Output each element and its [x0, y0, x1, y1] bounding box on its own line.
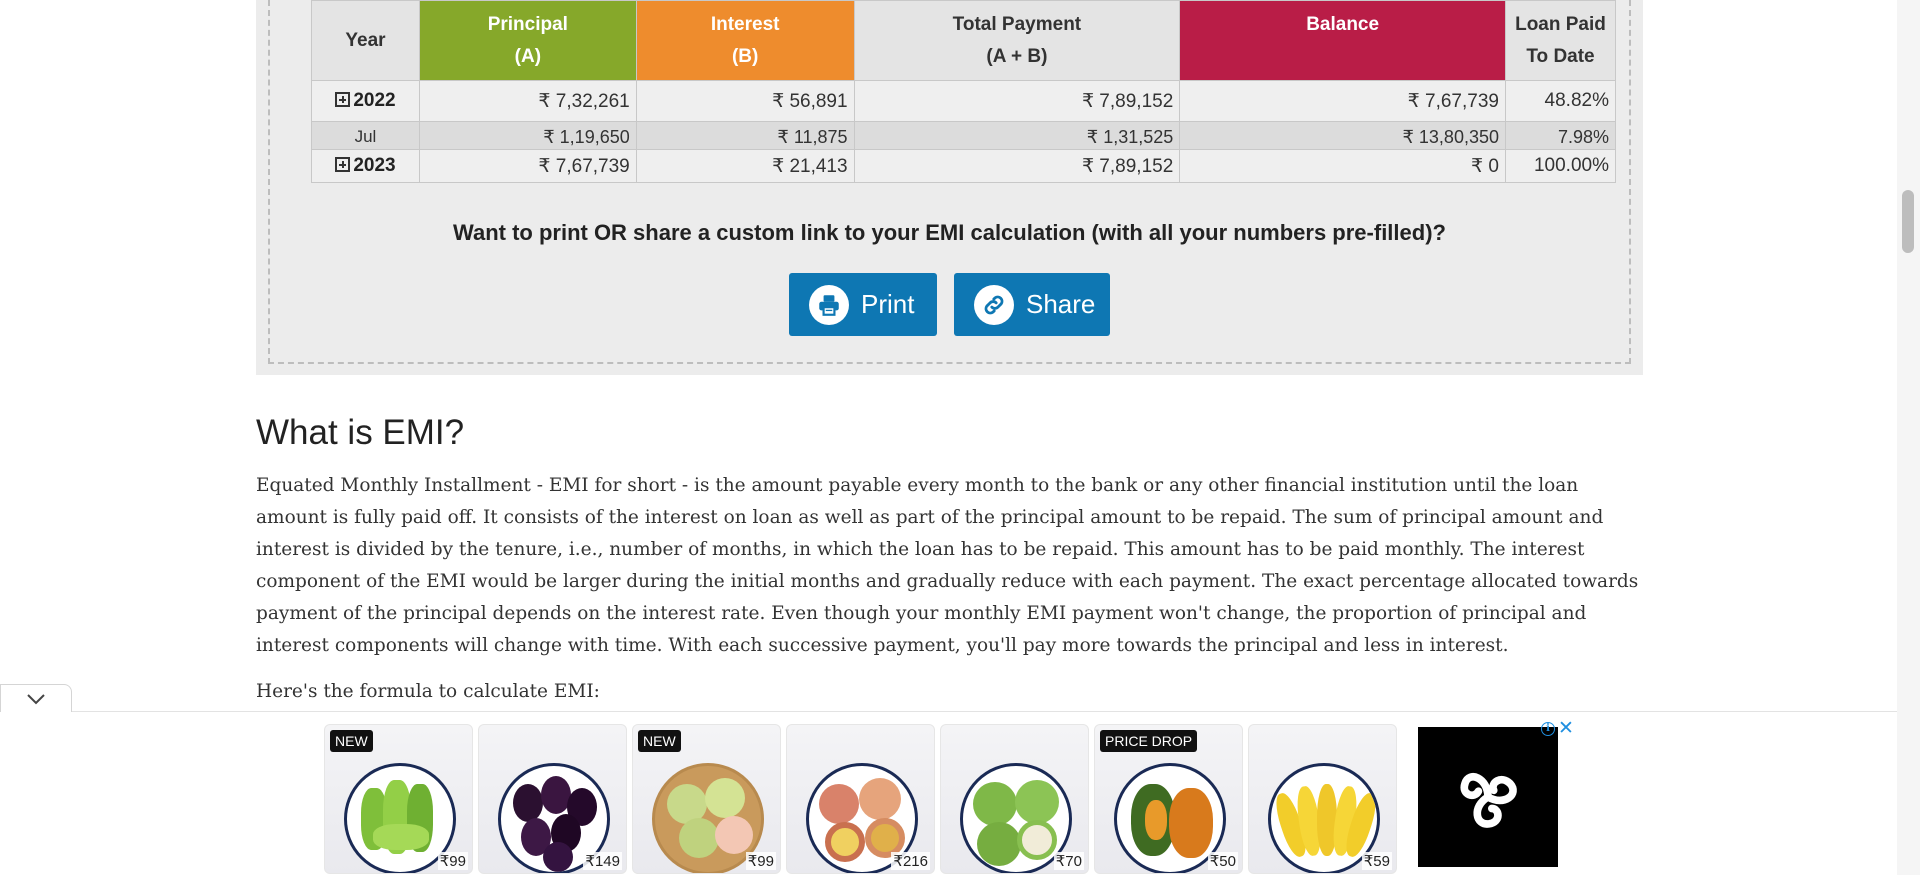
ad-product-tile[interactable]: PRICE DROP ₹50	[1094, 724, 1243, 874]
page-scrollbar[interactable]	[1897, 0, 1920, 875]
table-row-year[interactable]: 2023 ₹ 7,67,739 ₹ 21,413 ₹ 7,89,152 ₹ 0 …	[311, 149, 1617, 183]
total-payment-cell: ₹ 7,89,152	[853, 80, 1181, 122]
share-button-label: Share	[1026, 289, 1096, 319]
ad-product-tile[interactable]: NEW ₹99	[324, 724, 473, 874]
scrollbar-thumb[interactable]	[1902, 190, 1914, 253]
header-principal: Principal (A)	[418, 0, 637, 81]
interest-cell: ₹ 21,413	[635, 149, 855, 183]
product-price: ₹99	[745, 852, 776, 870]
ad-collapse-tab[interactable]	[0, 684, 72, 712]
panel-dashed-frame: Year Principal (A) Interest (B) Total Paym…	[268, 0, 1631, 364]
section-heading: What is EMI?	[256, 413, 465, 452]
loan-paid-cell: 48.82%	[1504, 80, 1617, 122]
product-price: ₹99	[437, 852, 468, 870]
share-button[interactable]: Share	[954, 273, 1110, 336]
principal-cell: ₹ 1,19,650	[418, 121, 637, 150]
printer-icon	[809, 284, 849, 325]
ad-product-tile[interactable]: ₹216	[786, 724, 935, 874]
ad-close-icon[interactable]: ✕	[1558, 717, 1574, 740]
header-loan-paid: Loan Paid To Date	[1504, 0, 1617, 81]
ad-product-tile[interactable]: ₹59	[1248, 724, 1397, 874]
principal-cell: ₹ 7,67,739	[418, 149, 637, 183]
product-price: ₹149	[583, 852, 622, 870]
share-prompt: Want to print OR share a custom link to …	[453, 220, 1446, 245]
month-cell: Jul	[311, 121, 420, 150]
ad-banner: NEW ₹99 ₹149 NEW ₹99 ₹216 ₹70 PRICE DROP…	[0, 712, 1897, 875]
balance-cell: ₹ 0	[1179, 149, 1506, 183]
balance-cell: ₹ 7,67,739	[1179, 80, 1506, 122]
ad-product-tile[interactable]: NEW ₹99	[632, 724, 781, 874]
product-badge: NEW	[330, 730, 373, 752]
year-cell[interactable]: 2022	[311, 80, 420, 122]
total-payment-cell: ₹ 7,89,152	[853, 149, 1181, 183]
header-year: Year	[311, 0, 420, 81]
table-row-month: Jul ₹ 1,19,650 ₹ 11,875 ₹ 1,31,525 ₹ 13,…	[311, 121, 1617, 150]
print-button[interactable]: Print	[789, 273, 937, 336]
expand-plus-icon[interactable]	[335, 92, 351, 107]
emi-description: Equated Monthly Installment - EMI for sh…	[256, 475, 1639, 656]
table-header-row: Year Principal (A) Interest (B) Total Paym…	[311, 0, 1617, 81]
ad-product-tile[interactable]: ₹70	[940, 724, 1089, 874]
advertiser-logo[interactable]	[1418, 727, 1558, 867]
expand-plus-icon[interactable]	[335, 157, 351, 172]
formula-intro: Here's the formula to calculate EMI:	[256, 681, 600, 702]
product-price: ₹216	[891, 852, 930, 870]
triskelion-logo-icon	[1460, 773, 1517, 828]
interest-cell: ₹ 56,891	[635, 80, 855, 122]
balance-cell: ₹ 13,80,350	[1179, 121, 1506, 150]
loan-paid-cell: 100.00%	[1504, 149, 1617, 183]
loan-paid-cell: 7.98%	[1504, 121, 1617, 150]
table-row-year[interactable]: 2022 ₹ 7,32,261 ₹ 56,891 ₹ 7,89,152 ₹ 7,…	[311, 80, 1617, 122]
product-badge: NEW	[638, 730, 681, 752]
header-total-payment: Total Payment (A + B)	[853, 0, 1181, 81]
ad-info-icon[interactable]: i	[1541, 722, 1555, 736]
payment-schedule-table: Year Principal (A) Interest (B) Total Paym…	[311, 0, 1617, 183]
principal-cell: ₹ 7,32,261	[418, 80, 637, 122]
emi-calculator-panel: Year Principal (A) Interest (B) Total Paym…	[256, 0, 1643, 375]
product-badge: PRICE DROP	[1100, 730, 1198, 752]
total-payment-cell: ₹ 1,31,525	[853, 121, 1181, 150]
ad-product-tile[interactable]: ₹149	[478, 724, 627, 874]
product-price: ₹70	[1053, 852, 1084, 870]
header-balance: Balance	[1179, 0, 1506, 81]
product-price: ₹50	[1207, 852, 1238, 870]
header-interest: Interest (B)	[635, 0, 855, 81]
chevron-down-icon[interactable]	[26, 693, 46, 705]
year-cell[interactable]: 2023	[311, 149, 420, 183]
product-price: ₹59	[1361, 852, 1392, 870]
interest-cell: ₹ 11,875	[635, 121, 855, 150]
link-icon	[974, 284, 1014, 325]
print-button-label: Print	[861, 289, 915, 319]
